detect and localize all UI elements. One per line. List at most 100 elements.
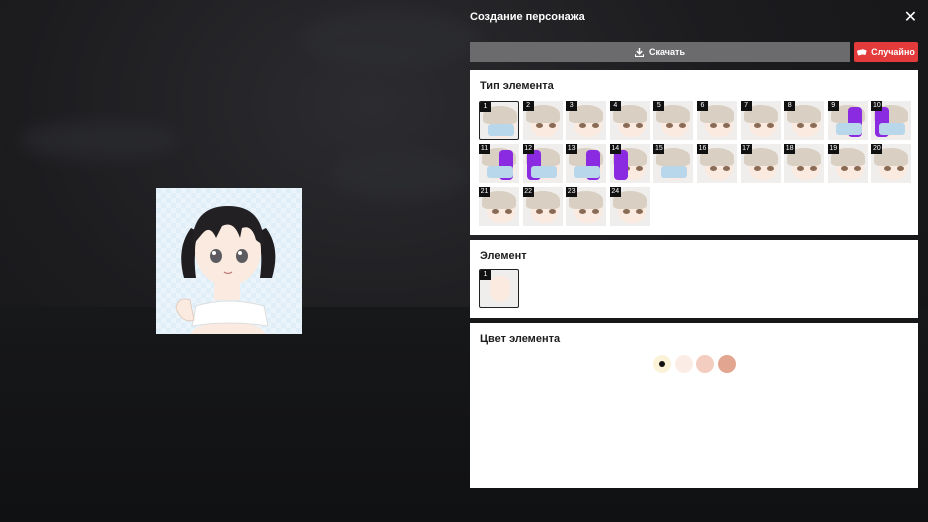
thumbnail-eye: [548, 123, 556, 128]
thumbnail-clothes: [661, 166, 688, 178]
thumbnail-number: 19: [827, 144, 839, 154]
element-grid: 1: [479, 269, 911, 308]
element-type-thumbnail[interactable]: 22: [522, 187, 563, 226]
thumbnail-eye: [722, 166, 730, 171]
thumbnail-eye: [622, 209, 630, 214]
random-button-label: Случайно: [871, 47, 915, 57]
thumbnail-number: 16: [696, 144, 708, 154]
thumbnail-number: 1: [480, 102, 491, 112]
element-type-thumbnail[interactable]: 14: [609, 144, 650, 183]
thumbnail-eye: [766, 123, 774, 128]
color-swatch[interactable]: [717, 355, 736, 373]
element-type-thumbnail[interactable]: 9: [827, 101, 868, 140]
thumbnail-eye: [535, 209, 543, 214]
character-illustration: [175, 206, 276, 334]
element-type-thumbnail[interactable]: 16: [696, 144, 737, 183]
thumbnail-accent: [613, 150, 628, 180]
element-type-thumbnail[interactable]: 21: [479, 187, 519, 226]
thumbnail-number: 5: [653, 101, 665, 111]
thumbnail-number: 15: [653, 144, 665, 154]
element-type-thumbnail[interactable]: 10: [871, 101, 912, 140]
element-type-thumbnail[interactable]: 23: [566, 187, 607, 226]
thumbnail-number: 23: [566, 187, 578, 197]
thumbnail-eye: [766, 166, 774, 171]
thumbnail-eye: [840, 166, 848, 171]
element-type-thumbnail[interactable]: 8: [784, 101, 825, 140]
background-cloud: [20, 120, 180, 160]
thumbnail-clothes: [835, 123, 862, 135]
thumbnail-number: 2: [522, 101, 534, 111]
dice-icon: [857, 48, 867, 55]
section-heading: Цвет элемента: [480, 333, 561, 345]
section-heading: Тип элемента: [480, 80, 554, 92]
download-icon: [635, 47, 645, 57]
thumbnail-number: 3: [566, 101, 578, 111]
element-type-thumbnail[interactable]: 15: [653, 144, 694, 183]
element-thumbnail[interactable]: 1: [479, 269, 519, 308]
thumbnail-eye: [548, 209, 556, 214]
element-type-thumbnail[interactable]: 20: [871, 144, 912, 183]
thumbnail-clothes: [574, 166, 601, 178]
thumbnail-eye: [753, 166, 761, 171]
thumbnail-number: 12: [522, 144, 534, 154]
thumbnail-number: 17: [740, 144, 752, 154]
thumbnail-clothes: [488, 124, 514, 136]
character-preview: [156, 188, 302, 334]
thumbnail-clothes: [530, 166, 557, 178]
thumbnail-number: 9: [827, 101, 839, 111]
element-type-thumbnail[interactable]: 12: [522, 144, 563, 183]
thumbnail-eye: [753, 123, 761, 128]
thumbnail-number: 20: [871, 144, 883, 154]
thumbnail-eye: [535, 123, 543, 128]
thumbnail-number: 22: [522, 187, 534, 197]
thumbnail-eye: [505, 209, 512, 214]
element-type-thumbnail[interactable]: 19: [827, 144, 868, 183]
color-swatch[interactable]: [674, 355, 693, 373]
element-type-section: Тип элемента 1 2 3 4 5 6 7 8 9 10 11 12 13 14 15 16 17 18…: [470, 70, 918, 235]
color-swatch[interactable]: [696, 355, 714, 373]
element-type-grid: 1 2 3 4 5 6 7 8 9 10 11 12 13 14 15 16 17 18 19 20 21 22 23 24: [479, 101, 912, 226]
element-type-thumbnail[interactable]: 6: [696, 101, 737, 140]
thumbnail-number: 24: [609, 187, 621, 197]
random-button[interactable]: Случайно: [854, 42, 918, 62]
thumbnail-face: [490, 276, 510, 302]
thumbnail-eye: [622, 123, 630, 128]
element-color-section: Цвет элемента: [470, 323, 918, 488]
thumbnail-eye: [709, 123, 717, 128]
element-type-thumbnail[interactable]: 5: [653, 101, 694, 140]
element-type-thumbnail[interactable]: 4: [609, 101, 650, 140]
thumbnail-number: 4: [609, 101, 621, 111]
color-swatches: [653, 355, 736, 373]
thumbnail-number: 18: [784, 144, 796, 154]
thumbnail-eye: [853, 166, 861, 171]
element-type-thumbnail[interactable]: 24: [609, 187, 650, 226]
element-type-thumbnail[interactable]: 1: [479, 101, 519, 140]
thumbnail-number: 13: [566, 144, 578, 154]
thumbnail-number: 6: [696, 101, 708, 111]
element-type-thumbnail[interactable]: 7: [740, 101, 781, 140]
thumbnail-eye: [635, 209, 643, 214]
close-icon[interactable]: ✕: [903, 10, 918, 26]
element-type-thumbnail[interactable]: 3: [566, 101, 607, 140]
element-type-thumbnail[interactable]: 13: [566, 144, 607, 183]
element-type-thumbnail[interactable]: 11: [479, 144, 519, 183]
thumbnail-number: 1: [480, 270, 491, 280]
download-button[interactable]: Скачать: [470, 42, 850, 62]
element-type-thumbnail[interactable]: 17: [740, 144, 781, 183]
page-title: Создание персонажа: [470, 11, 585, 23]
thumbnail-eye: [635, 166, 643, 171]
thumbnail-eye: [709, 166, 717, 171]
color-swatch[interactable]: [653, 355, 671, 373]
element-section: Элемент 1: [470, 240, 918, 318]
background-cloud: [330, 150, 470, 200]
element-type-thumbnail[interactable]: 18: [784, 144, 825, 183]
thumbnail-clothes: [879, 123, 906, 135]
thumbnail-eye: [635, 123, 643, 128]
thumbnail-eye: [492, 209, 499, 214]
thumbnail-number: 21: [479, 187, 490, 197]
thumbnail-number: 7: [740, 101, 752, 111]
element-type-thumbnail[interactable]: 2: [522, 101, 563, 140]
section-heading: Элемент: [480, 250, 527, 262]
thumbnail-number: 14: [609, 144, 621, 154]
thumbnail-number: 11: [479, 144, 490, 154]
